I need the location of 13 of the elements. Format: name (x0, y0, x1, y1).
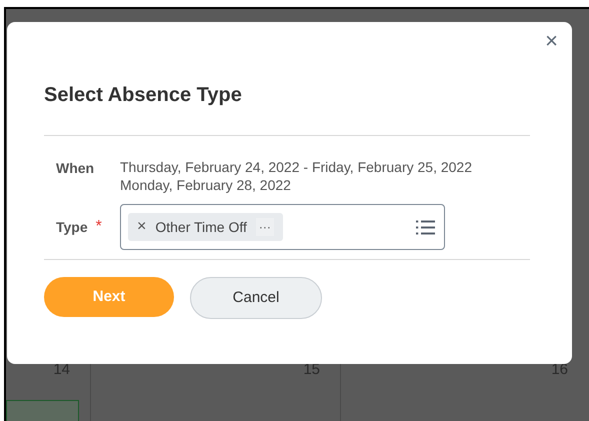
field-value: Monday, February 28, 2022 (120, 176, 292, 194)
close-button[interactable]: × (545, 30, 558, 52)
more-button[interactable]: ··· (256, 218, 274, 236)
required-mark: * (96, 217, 102, 237)
field-value: Thursday, February 24, 2022 - Friday, February 25, 2022 (120, 158, 472, 176)
token-label: Other Time Off (155, 218, 247, 236)
field-label: When (56, 159, 94, 178)
dialog-title: Select Absence Type (44, 83, 243, 108)
cancel-button[interactable]: Cancel (190, 277, 322, 319)
remove-button[interactable]: × (137, 215, 146, 239)
field-label: Type (56, 218, 88, 237)
list-icon[interactable] (416, 220, 435, 234)
type-picker[interactable]: × Other Time Off ··· (120, 204, 445, 250)
